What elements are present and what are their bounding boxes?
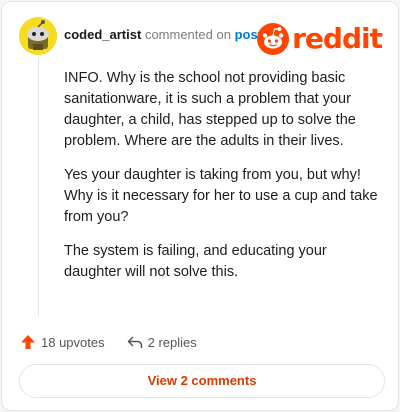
comment-paragraph: INFO. Why is the school not providing ba… [64, 70, 356, 149]
comment-header: coded_artist commented on post reddit [19, 16, 384, 56]
comment-paragraph: Yes your daughter is taking from you, bu… [64, 167, 378, 225]
comment-paragraph: The system is failing, and educating you… [64, 243, 327, 280]
reply-count: 2 replies [147, 334, 197, 350]
upvote-arrow-icon [21, 335, 35, 349]
view-comments-button[interactable]: View 2 comments [19, 364, 385, 398]
comment-actions: 18 upvotes 2 replies [20, 332, 197, 352]
reddit-wordmark: reddit [292, 22, 383, 55]
user-avatar-icon[interactable] [19, 17, 57, 55]
reddit-logo[interactable]: reddit [257, 22, 383, 56]
comment-card: coded_artist commented on post reddit IN… [1, 1, 399, 411]
reply-arrow-icon [127, 336, 142, 348]
comment-meta: coded_artist commented on post [64, 27, 262, 42]
upvote-count: 18 upvotes [41, 334, 105, 350]
commented-on-text: commented on [144, 27, 231, 42]
reddit-logo-icon [257, 23, 290, 55]
thread-line[interactable] [38, 58, 39, 316]
comment-body: INFO. Why is the school not providing ba… [64, 68, 384, 296]
replies-button[interactable]: 2 replies [127, 335, 197, 350]
upvote-button[interactable]: 18 upvotes [20, 334, 105, 350]
username-link[interactable]: coded_artist [64, 27, 141, 42]
